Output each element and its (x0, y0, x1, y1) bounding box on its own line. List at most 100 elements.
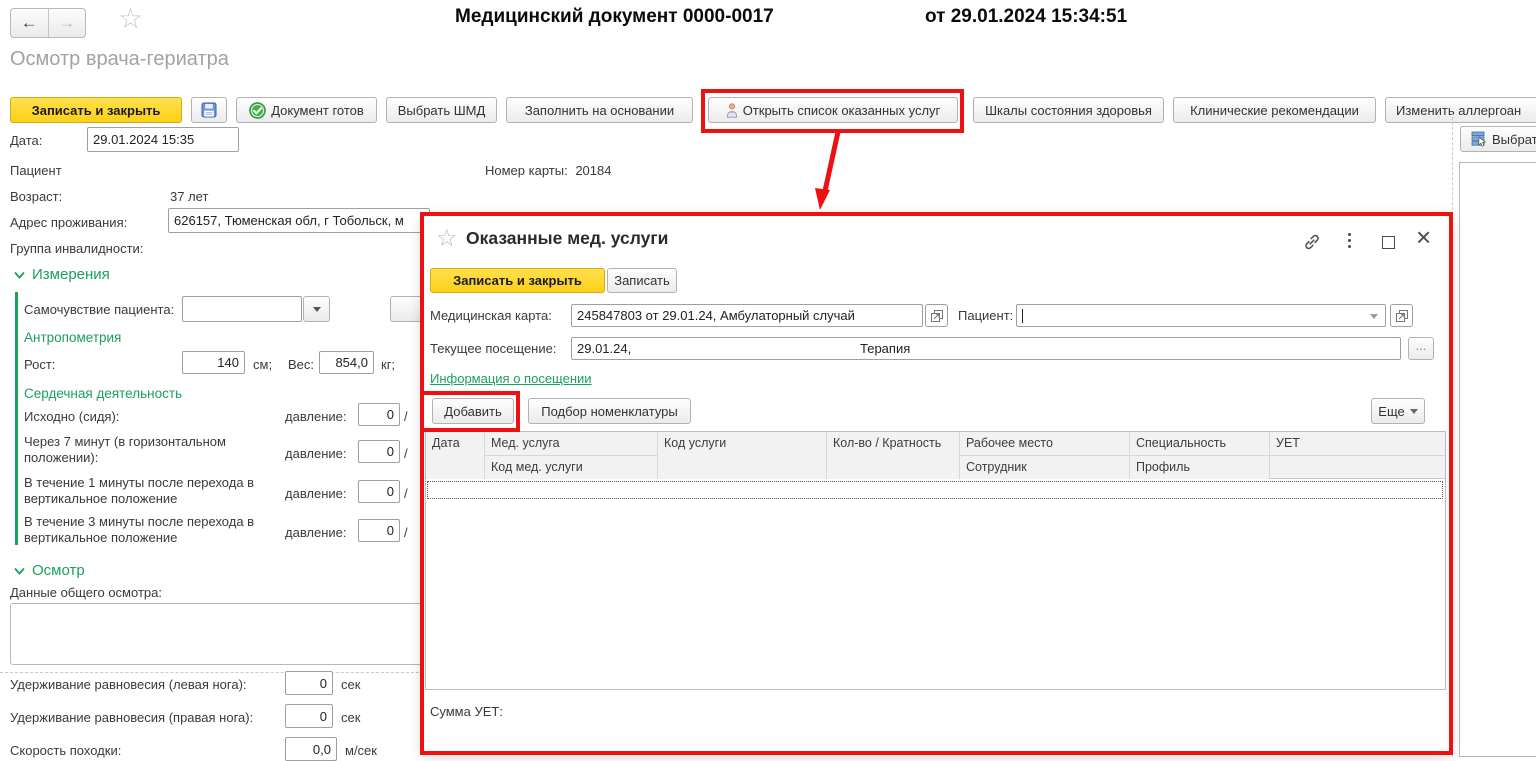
height-unit: см; (253, 357, 272, 372)
wellbeing-dropdown-button[interactable] (303, 296, 330, 322)
chevron-down-icon (1410, 409, 1418, 414)
open-services-button[interactable]: Открыть список оказанных услуг (708, 97, 958, 123)
visit-input[interactable]: 29.01.24, Терапия (571, 337, 1401, 360)
pressure-row-label: Исходно (сидя): (24, 409, 282, 425)
splitter-dashed-line[interactable] (0, 672, 424, 673)
address-input[interactable]: 626157, Тюменская обл, г Тобольск, м (168, 208, 430, 233)
more-button[interactable]: Еще (1371, 398, 1425, 424)
chevron-down-icon (14, 567, 25, 575)
anthropometry-subheader: Антропометрия (24, 330, 121, 345)
more-menu-icon[interactable] (1348, 233, 1351, 236)
wellbeing-select[interactable] (182, 296, 302, 322)
select-shmd-button[interactable]: Выбрать ШМД (386, 97, 497, 123)
date-input[interactable]: 29.01.2024 15:35 (87, 127, 239, 152)
back-button[interactable]: ← (11, 9, 49, 37)
health-scales-button[interactable]: Шкалы состояния здоровья (973, 97, 1164, 123)
examination-section-header[interactable]: Осмотр (14, 562, 85, 579)
height-input[interactable]: 140 (182, 351, 245, 374)
pressure-label: давление: (285, 409, 347, 424)
favorite-star-icon[interactable]: ☆ (118, 2, 143, 35)
open-in-window-icon (930, 309, 944, 323)
med-card-open-button[interactable] (925, 304, 948, 327)
pressure-input[interactable]: 0 (358, 519, 400, 542)
measurements-section-header[interactable]: Измерения (14, 266, 110, 283)
fill-from-basis-button[interactable]: Заполнить на основании (506, 97, 693, 123)
visit-dept-value: Терапия (860, 341, 910, 356)
column-header-specialty[interactable]: Специальность (1130, 432, 1270, 456)
visit-more-button[interactable]: ... (1408, 337, 1434, 360)
partial-hidden-button[interactable] (390, 296, 424, 322)
save-close-button[interactable]: Записать и закрыть (10, 97, 182, 123)
column-header-date[interactable]: Дата (426, 432, 485, 479)
weight-input[interactable]: 854,0 (319, 351, 374, 374)
balance-left-label: Удерживание равновесия (левая нога): (10, 677, 247, 692)
sum-uet-label: Сумма УЕТ: (430, 704, 503, 719)
maximize-icon[interactable] (1382, 236, 1395, 249)
pressure-label: давление: (285, 446, 347, 461)
dialog-save-button[interactable]: Записать (607, 268, 677, 293)
age-value: 37 лет (170, 189, 208, 204)
select-layers-icon (1471, 131, 1487, 147)
dialog-patient-input[interactable] (1016, 304, 1386, 327)
pressure-input[interactable]: 0 (358, 403, 400, 426)
med-card-label: Медицинская карта: (430, 308, 552, 323)
height-label: Рост: (24, 357, 55, 372)
weight-unit: кг; (381, 357, 395, 372)
person-icon (726, 103, 738, 118)
disability-label: Группа инвалидности: (10, 241, 143, 256)
chevron-down-icon[interactable] (1370, 314, 1378, 319)
pressure-input[interactable]: 0 (358, 480, 400, 503)
column-header-workplace[interactable]: Рабочее место (960, 432, 1130, 456)
pressure-label: давление: (285, 525, 347, 540)
patient-open-button[interactable] (1390, 304, 1413, 327)
pick-nomenclature-button[interactable]: Подбор номенклатуры (528, 398, 691, 424)
med-card-input[interactable]: 245847803 от 29.01.24, Амбулаторный случ… (571, 304, 923, 327)
forward-button[interactable]: → (49, 9, 86, 37)
date-label: Дата: (10, 133, 42, 148)
pressure-separator: / (404, 525, 408, 540)
pressure-label: давление: (285, 486, 347, 501)
pressure-input[interactable]: 0 (358, 440, 400, 463)
table-selected-empty-row[interactable] (427, 481, 1443, 499)
edit-allergy-button[interactable]: Изменить аллергоан (1385, 97, 1536, 123)
column-header-uet[interactable]: УЕТ (1270, 432, 1445, 456)
column-header-service[interactable]: Мед. услуга (485, 432, 658, 456)
gait-speed-input[interactable]: 0,0 (285, 737, 337, 761)
clinical-recommendations-button[interactable]: Клинические рекомендации (1173, 97, 1376, 123)
panel-splitter-dashed[interactable] (1452, 112, 1453, 757)
dialog-title: Оказанные мед. услуги (466, 228, 668, 249)
gait-speed-unit: м/сек (345, 743, 377, 758)
document-datetime: от 29.01.2024 15:34:51 (925, 6, 1127, 28)
forward-icon: → (58, 13, 75, 33)
column-header-quantity[interactable]: Кол-во / Кратность (827, 432, 960, 479)
balance-left-input[interactable]: 0 (285, 671, 333, 695)
link-icon[interactable] (1302, 232, 1322, 257)
annotation-arrow (806, 129, 850, 215)
add-button[interactable]: Добавить (432, 398, 514, 424)
document-ready-button[interactable]: Документ готов (236, 97, 377, 123)
column-subheader-employee[interactable]: Сотрудник (960, 456, 1130, 479)
close-icon[interactable]: × (1416, 224, 1431, 250)
column-subheader-profile[interactable]: Профиль (1130, 456, 1270, 479)
column-subheader-med-service-code[interactable]: Код мед. услуги (485, 456, 658, 479)
select-diagnosis-button[interactable]: Выбрат (1460, 126, 1536, 152)
open-in-window-icon (1395, 309, 1409, 323)
column-header-service-code[interactable]: Код услуги (658, 432, 827, 479)
nav-button-group: ← → (10, 8, 86, 38)
dialog-save-close-button[interactable]: Записать и закрыть (430, 268, 605, 293)
right-panel-box (1459, 162, 1536, 757)
pressure-row-label: В течение 1 минуты после перехода в верт… (24, 475, 282, 507)
visit-info-link[interactable]: Информация о посещении (430, 371, 592, 386)
balance-right-input[interactable]: 0 (285, 704, 333, 728)
check-circle-icon (249, 102, 266, 119)
dialog-favorite-star-icon[interactable]: ☆ (436, 224, 458, 253)
pressure-separator: / (404, 409, 408, 424)
balance-left-unit: сек (341, 677, 360, 692)
save-button[interactable] (191, 97, 227, 123)
general-exam-textarea[interactable] (10, 603, 424, 665)
pressure-row-label: Через 7 минут (в горизонтальном положени… (24, 434, 282, 466)
pressure-row-label: В течение 3 минуты после перехода в верт… (24, 514, 282, 546)
balance-right-unit: сек (341, 710, 360, 725)
pressure-separator: / (404, 486, 408, 501)
services-table[interactable]: Дата Мед. услуга Код услуги Кол-во / Кра… (425, 431, 1446, 690)
